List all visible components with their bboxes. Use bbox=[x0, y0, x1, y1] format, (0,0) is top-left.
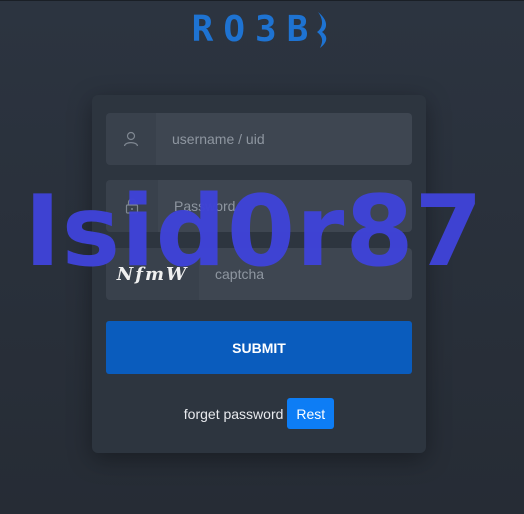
user-icon bbox=[106, 113, 156, 165]
lock-icon bbox=[106, 180, 158, 232]
rest-button[interactable]: Rest bbox=[287, 398, 335, 429]
top-border bbox=[0, 0, 524, 1]
password-input[interactable] bbox=[158, 180, 412, 232]
username-row bbox=[106, 113, 412, 165]
forget-password-label: forget password bbox=[183, 405, 284, 422]
forget-password-row: forget password Rest bbox=[92, 398, 426, 429]
logo-text: RO3B bbox=[191, 9, 319, 50]
brand-logo: RO3B bbox=[0, 10, 524, 59]
username-input[interactable] bbox=[156, 113, 412, 165]
login-card: NfmW SUBMIT forget password Rest bbox=[92, 95, 426, 453]
captcha-row: NfmW bbox=[106, 248, 412, 300]
password-row bbox=[106, 180, 412, 232]
captcha-image[interactable]: NfmW bbox=[106, 248, 199, 300]
captcha-input[interactable] bbox=[199, 248, 412, 300]
flame-icon bbox=[314, 10, 332, 59]
submit-button[interactable]: SUBMIT bbox=[106, 321, 412, 374]
